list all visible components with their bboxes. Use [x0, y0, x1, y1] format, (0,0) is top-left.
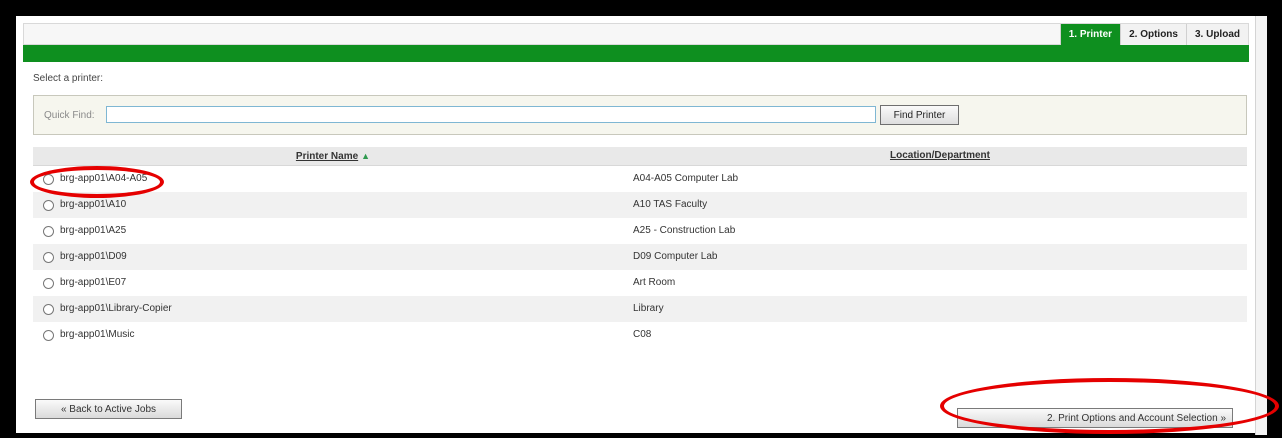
printer-location: A25 - Construction Lab — [633, 225, 736, 236]
tab-printer[interactable]: 1. Printer — [1059, 24, 1121, 46]
printer-name: brg-app01\A04-A05 — [60, 173, 148, 184]
printer-radio[interactable] — [43, 173, 54, 185]
vertical-scrollbar[interactable] — [1255, 16, 1267, 435]
table-row[interactable]: brg-app01\Library-Copier Library — [33, 296, 1247, 322]
column-header-printer-name[interactable]: Printer Name ▲ — [33, 147, 633, 165]
printer-location: A10 TAS Faculty — [633, 199, 708, 210]
sort-ascending-icon: ▲ — [361, 151, 371, 161]
printer-location: D09 Computer Lab — [633, 251, 718, 262]
table-row[interactable]: brg-app01\A04-A05 A04-A05 Computer Lab — [33, 166, 1247, 192]
table-row[interactable]: brg-app01\Music C08 — [33, 322, 1247, 348]
quick-find-input[interactable] — [106, 106, 876, 123]
table-header: Printer Name ▲ Location/Department — [33, 147, 1247, 166]
column-header-label: Printer Name — [295, 151, 359, 162]
printer-radio[interactable] — [43, 251, 54, 263]
select-printer-label: Select a printer: — [33, 73, 104, 84]
printer-name: brg-app01\A25 — [60, 225, 127, 236]
printer-name: brg-app01\E07 — [60, 277, 127, 288]
tab-options[interactable]: 2. Options — [1120, 24, 1186, 46]
printer-location: Art Room — [633, 277, 676, 288]
header-bar — [23, 45, 1249, 62]
table-row[interactable]: brg-app01\A10 A10 TAS Faculty — [33, 192, 1247, 218]
tab-upload[interactable]: 3. Upload — [1185, 24, 1248, 46]
printer-radio[interactable] — [43, 303, 54, 315]
printer-radio[interactable] — [43, 225, 54, 237]
printer-name: brg-app01\Music — [60, 329, 135, 340]
table-row[interactable]: brg-app01\E07 Art Room — [33, 270, 1247, 296]
printer-name: brg-app01\Library-Copier — [60, 303, 172, 314]
wizard-steps: 1. Printer 2. Options 3. Upload — [1059, 24, 1248, 46]
table-row[interactable]: brg-app01\A25 A25 - Construction Lab — [33, 218, 1247, 244]
back-to-active-jobs-button[interactable]: « Back to Active Jobs — [35, 399, 182, 419]
printer-location: A04-A05 Computer Lab — [633, 173, 739, 184]
print-options-next-button[interactable]: 2. Print Options and Account Selection » — [957, 408, 1233, 428]
printer-location: C08 — [633, 329, 652, 340]
printer-name: brg-app01\D09 — [60, 251, 127, 262]
printer-location: Library — [633, 303, 664, 314]
printer-name: brg-app01\A10 — [60, 199, 127, 210]
printer-radio[interactable] — [43, 329, 54, 341]
printer-table: Printer Name ▲ Location/Department brg-ap… — [33, 147, 1247, 348]
print-wizard: 1. Printer 2. Options 3. Upload Select a… — [23, 23, 1249, 435]
table-row[interactable]: brg-app01\D09 D09 Computer Lab — [33, 244, 1247, 270]
printer-radio[interactable] — [43, 199, 54, 211]
quick-find-label: Quick Find: — [44, 110, 95, 121]
printer-radio[interactable] — [43, 277, 54, 289]
wizard-step-bar: 1. Printer 2. Options 3. Upload — [23, 23, 1249, 46]
column-header-location[interactable]: Location/Department — [633, 147, 1247, 165]
quick-find-panel: Quick Find: Find Printer — [33, 95, 1247, 135]
find-printer-button[interactable]: Find Printer — [880, 105, 959, 125]
